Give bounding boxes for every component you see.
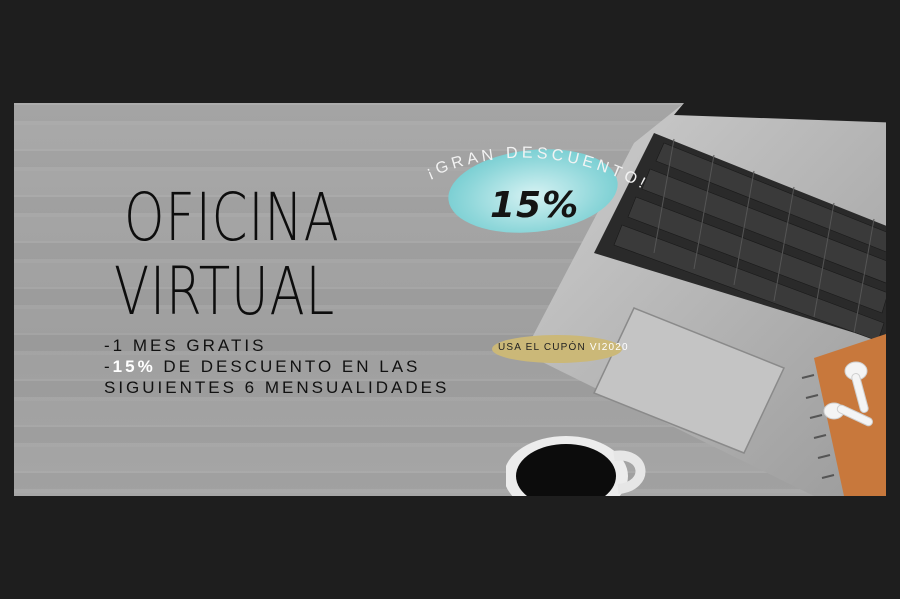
- benefit-2: -15% DE DESCUENTO EN LAS: [104, 357, 421, 376]
- discount-highlight: 15%: [112, 357, 156, 376]
- coupon-code: VI2020: [589, 342, 629, 353]
- title-line-1: OFICINA: [124, 179, 340, 256]
- title-line-2: VIRTUAL: [114, 253, 335, 330]
- coffee-cup-icon: [506, 436, 646, 496]
- benefit-1: -1 MES GRATIS: [104, 336, 267, 355]
- discount-percent: 15%: [490, 185, 580, 226]
- promo-banner: OFICINA VIRTUAL -1 MES GRATIS -15% DE DE…: [14, 103, 886, 496]
- benefits-list: -1 MES GRATIS -15% DE DESCUENTO EN LAS S…: [104, 335, 449, 398]
- benefit-3: SIGUIENTES 6 MENSUALIDADES: [104, 378, 450, 397]
- coupon-text: USA EL CUPÓN VI2020: [498, 342, 629, 353]
